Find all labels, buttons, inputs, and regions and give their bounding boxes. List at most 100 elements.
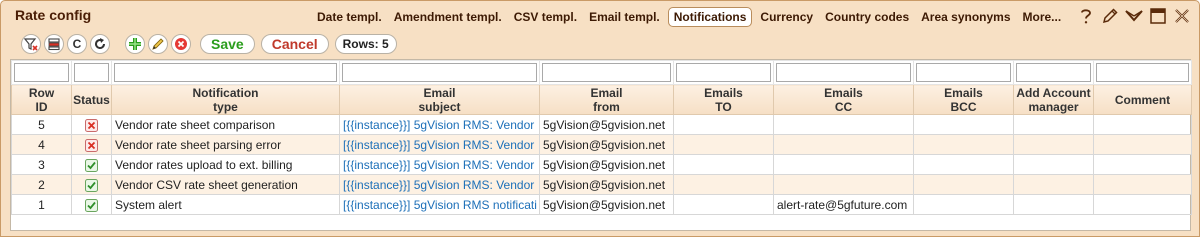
cell-row-id[interactable]: 5	[11, 114, 72, 135]
cell-add-account-manager[interactable]	[1013, 134, 1094, 155]
cell-email-from[interactable]: 5gVision@5gvision.net	[539, 154, 674, 175]
filter-email-from[interactable]	[542, 63, 671, 82]
cell-status[interactable]	[71, 174, 112, 195]
cell-email-from[interactable]: 5gVision@5gvision.net	[539, 114, 674, 135]
status-error-icon[interactable]	[85, 138, 98, 152]
cell-email-subject[interactable]: [{{instance}}] 5gVision RMS: Vendor	[339, 134, 540, 155]
cell-comment[interactable]	[1093, 154, 1192, 175]
cell-emails-bcc[interactable]	[913, 174, 1014, 195]
cell-emails-bcc[interactable]	[913, 194, 1014, 215]
cell-emails-cc[interactable]	[773, 134, 914, 155]
save-button[interactable]: Save	[200, 34, 255, 54]
cell-notification-type[interactable]: Vendor CSV rate sheet generation	[111, 174, 340, 195]
column-header-comment[interactable]: Comment	[1093, 84, 1192, 115]
column-header-notification-type[interactable]: Notification type	[111, 84, 340, 115]
status-ok-icon[interactable]	[85, 178, 98, 192]
cell-add-account-manager[interactable]	[1013, 174, 1094, 195]
cell-add-account-manager[interactable]	[1013, 194, 1094, 215]
tab-date-templ[interactable]: Date templ.	[311, 7, 388, 27]
cell-emails-to[interactable]	[673, 134, 774, 155]
cell-emails-to[interactable]	[673, 114, 774, 135]
table-row[interactable]: 2 Vendor CSV rate sheet generation [{{inst…	[11, 174, 1192, 195]
cell-status[interactable]	[71, 134, 112, 155]
cell-comment[interactable]	[1093, 134, 1192, 155]
cell-emails-bcc[interactable]	[913, 134, 1014, 155]
cell-emails-to[interactable]	[673, 174, 774, 195]
cell-email-subject[interactable]: [{{instance}}] 5gVision RMS notificati	[339, 194, 540, 215]
cancel-button[interactable]: Cancel	[260, 34, 329, 54]
status-ok-icon[interactable]	[85, 198, 98, 212]
column-header-row-id[interactable]: Row ID	[11, 84, 72, 115]
tab-area-synonyms[interactable]: Area synonyms	[915, 7, 1016, 27]
cell-emails-cc[interactable]: alert-rate@5gfuture.com	[773, 194, 914, 215]
columns-button[interactable]	[44, 34, 64, 54]
cell-notification-type[interactable]: Vendor rate sheet parsing error	[111, 134, 340, 155]
cell-email-from[interactable]: 5gVision@5gvision.net	[539, 174, 674, 195]
tab-email-templ[interactable]: Email templ.	[583, 7, 666, 27]
filter-emails-cc[interactable]	[776, 63, 911, 82]
delete-button[interactable]	[171, 34, 191, 54]
chevron-down-icon[interactable]	[1123, 5, 1145, 27]
column-header-email-subject[interactable]: Email subject	[339, 84, 540, 115]
column-header-emails-cc[interactable]: Emails CC	[773, 84, 914, 115]
tab-more[interactable]: More...	[1017, 7, 1068, 27]
cell-emails-bcc[interactable]	[913, 154, 1014, 175]
cell-emails-cc[interactable]	[773, 154, 914, 175]
cell-row-id[interactable]: 2	[11, 174, 72, 195]
filter-status[interactable]	[74, 63, 109, 82]
filter-email-subject[interactable]	[342, 63, 537, 82]
table-row[interactable]: 4 Vendor rate sheet parsing error [{{insta…	[11, 134, 1192, 155]
tab-notifications[interactable]: Notifications	[667, 7, 753, 27]
cell-notification-type[interactable]: Vendor rate sheet comparison	[111, 114, 340, 135]
cell-row-id[interactable]: 1	[11, 194, 72, 215]
cell-emails-to[interactable]	[673, 194, 774, 215]
cell-email-from[interactable]: 5gVision@5gvision.net	[539, 134, 674, 155]
cell-notification-type[interactable]: Vendor rates upload to ext. billing	[111, 154, 340, 175]
add-button[interactable]	[125, 34, 145, 54]
cell-add-account-manager[interactable]	[1013, 114, 1094, 135]
column-header-email-from[interactable]: Email from	[539, 84, 674, 115]
reload-button[interactable]	[90, 34, 110, 54]
cell-status[interactable]	[71, 154, 112, 175]
filter-row-id[interactable]	[14, 63, 69, 82]
tab-csv-templ[interactable]: CSV templ.	[508, 7, 583, 27]
table-row[interactable]: 1 System alert [{{instance}}] 5gVision RMS…	[11, 194, 1192, 215]
filter-add-account-manager[interactable]	[1016, 63, 1091, 82]
column-header-emails-to[interactable]: Emails TO	[673, 84, 774, 115]
c-button[interactable]: C	[67, 34, 87, 54]
cell-status[interactable]	[71, 114, 112, 135]
cell-email-subject[interactable]: [{{instance}}] 5gVision RMS: Vendor	[339, 174, 540, 195]
pencil-icon[interactable]	[1099, 5, 1121, 27]
column-header-add-account-manager[interactable]: Add Account manager	[1013, 84, 1094, 115]
tab-amendment-templ[interactable]: Amendment templ.	[388, 7, 508, 27]
table-row[interactable]: 3 Vendor rates upload to ext. billing [{{i…	[11, 154, 1192, 175]
help-icon[interactable]	[1075, 5, 1097, 27]
close-icon[interactable]	[1171, 5, 1193, 27]
filter-comment[interactable]	[1096, 63, 1189, 82]
filter-emails-bcc[interactable]	[916, 63, 1011, 82]
status-ok-icon[interactable]	[85, 158, 98, 172]
cell-notification-type[interactable]: System alert	[111, 194, 340, 215]
cell-comment[interactable]	[1093, 114, 1192, 135]
column-header-emails-bcc[interactable]: Emails BCC	[913, 84, 1014, 115]
filter-notification-type[interactable]	[114, 63, 337, 82]
cell-row-id[interactable]: 4	[11, 134, 72, 155]
edit-button[interactable]	[148, 34, 168, 54]
clear-filter-button[interactable]	[21, 34, 41, 54]
cell-emails-cc[interactable]	[773, 114, 914, 135]
column-header-status[interactable]: Status	[71, 84, 112, 115]
cell-add-account-manager[interactable]	[1013, 154, 1094, 175]
maximize-icon[interactable]	[1147, 5, 1169, 27]
cell-email-from[interactable]: 5gVision@5gvision.net	[539, 194, 674, 215]
cell-comment[interactable]	[1093, 174, 1192, 195]
cell-emails-cc[interactable]	[773, 174, 914, 195]
tab-currency[interactable]: Currency	[754, 7, 819, 27]
cell-row-id[interactable]: 3	[11, 154, 72, 175]
cell-comment[interactable]	[1093, 194, 1192, 215]
status-error-icon[interactable]	[85, 118, 98, 132]
cell-emails-bcc[interactable]	[913, 114, 1014, 135]
cell-email-subject[interactable]: [{{instance}}] 5gVision RMS: Vendor	[339, 114, 540, 135]
cell-email-subject[interactable]: [{{instance}}] 5gVision RMS: Vendor	[339, 154, 540, 175]
cell-status[interactable]	[71, 194, 112, 215]
cell-emails-to[interactable]	[673, 154, 774, 175]
